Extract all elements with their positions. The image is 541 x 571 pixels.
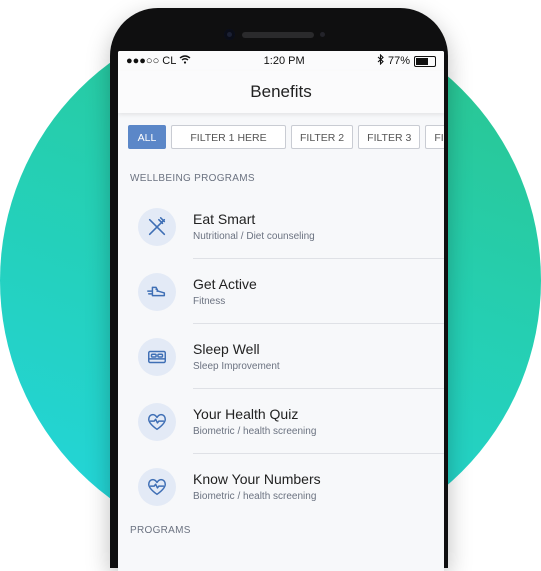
phone-frame: ●●●○○ CL 1:20 PM 77% Benefits ALL FILTER… <box>110 8 448 571</box>
program-list: Eat Smart Nutritional / Diet counseling … <box>118 194 444 519</box>
bluetooth-icon <box>377 53 384 68</box>
list-item-know-your-numbers[interactable]: Know Your Numbers Biometric / health scr… <box>118 454 444 519</box>
program-title: Get Active <box>193 276 257 292</box>
signal-carrier: ●●●○○ CL <box>126 55 177 67</box>
earpiece-speaker <box>242 32 314 38</box>
battery-icon <box>414 55 436 67</box>
page-title: Benefits <box>118 71 444 113</box>
program-title: Know Your Numbers <box>193 471 321 487</box>
program-subtitle: Sleep Improvement <box>193 361 280 372</box>
program-subtitle: Biometric / health screening <box>193 491 317 502</box>
filter-1[interactable]: FILTER 1 HERE <box>171 125 286 149</box>
list-item-health-quiz[interactable]: Your Health Quiz Biometric / health scre… <box>118 389 444 454</box>
program-subtitle: Fitness <box>193 296 226 307</box>
app-screen: ●●●○○ CL 1:20 PM 77% Benefits ALL FILTER… <box>118 51 444 571</box>
program-subtitle: Nutritional / Diet counseling <box>193 231 315 242</box>
program-title: Eat Smart <box>193 211 256 227</box>
list-item-eat-smart[interactable]: Eat Smart Nutritional / Diet counseling <box>118 194 444 259</box>
proximity-sensor <box>320 32 325 37</box>
program-subtitle: Biometric / health screening <box>193 426 317 437</box>
filter-3[interactable]: FILTER 3 <box>358 125 421 149</box>
filter-bar: ALL FILTER 1 HERE FILTER 2 FILTER 3 FIL <box>118 125 444 149</box>
filter-all[interactable]: ALL <box>128 125 166 149</box>
heart-pulse-icon <box>138 467 176 506</box>
wifi-icon <box>179 55 191 67</box>
bed-icon <box>138 337 176 376</box>
section-heading-programs: PROGRAMS <box>130 525 191 536</box>
heart-pulse-icon <box>138 402 176 441</box>
filter-2[interactable]: FILTER 2 <box>291 125 354 149</box>
running-shoe-icon <box>138 272 176 311</box>
program-title: Your Health Quiz <box>193 406 299 422</box>
list-item-get-active[interactable]: Get Active Fitness <box>118 259 444 324</box>
fork-knife-icon <box>138 207 176 246</box>
filter-4[interactable]: FIL <box>425 125 444 149</box>
section-heading-wellbeing: WELLBEING PROGRAMS <box>130 173 255 184</box>
front-camera <box>224 29 235 40</box>
list-item-sleep-well[interactable]: Sleep Well Sleep Improvement <box>118 324 444 389</box>
program-title: Sleep Well <box>193 341 260 357</box>
status-bar: ●●●○○ CL 1:20 PM 77% <box>118 51 444 71</box>
clock-time: 1:20 PM <box>263 55 305 67</box>
battery-percent: 77% <box>387 55 410 67</box>
